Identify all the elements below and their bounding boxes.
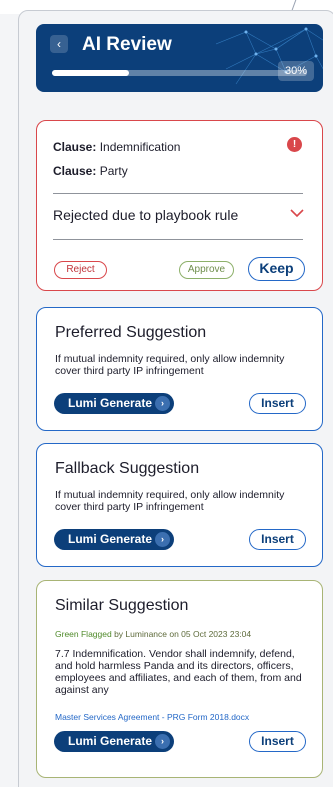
similar-clause-text: 7.7 Indemnification. Vendor shall indemn… [55,648,302,696]
button-label: Lumi Generate [68,734,153,748]
preferred-suggestion-card: Preferred Suggestion If mutual indemnity… [36,307,323,431]
reject-button[interactable]: Reject [54,261,107,279]
card-title: Fallback Suggestion [55,460,200,477]
progress-fill [52,70,129,76]
suggestion-text: If mutual indemnity required, only allow… [55,489,285,513]
clause-key: Clause: [53,140,97,154]
clause-indemnification: Clause: Indemnification [53,140,180,154]
chevron-right-icon: › [155,532,170,547]
info-icon[interactable]: ! [287,137,302,152]
suggestion-text: If mutual indemnity required, only allow… [55,353,285,377]
similar-suggestion-card: Similar Suggestion Green Flagged by Lumi… [36,580,323,778]
back-button[interactable]: ‹ [50,35,68,53]
insert-button[interactable]: Insert [249,393,306,414]
progress-percent: 30% [278,61,314,81]
progress-bar [52,70,307,76]
flag-label: Green Flagged [55,629,112,639]
clause-review-card: Clause: Indemnification ! Clause: Party … [36,120,323,291]
lumi-generate-button[interactable]: Lumi Generate › [54,393,174,414]
button-label: Lumi Generate [68,532,153,546]
clause-value: Party [99,164,128,178]
network-pattern-icon [216,27,323,85]
clause-key: Clause: [53,164,97,178]
lumi-generate-button[interactable]: Lumi Generate › [54,529,174,550]
lumi-generate-button[interactable]: Lumi Generate › [54,731,174,752]
card-title: Preferred Suggestion [55,324,207,341]
chevron-right-icon: › [155,734,170,749]
review-header: ‹ AI Review [36,24,323,92]
chevron-left-icon: ‹ [57,37,61,51]
button-label: Lumi Generate [68,396,153,410]
chevron-right-icon: › [155,396,170,411]
divider [53,193,303,194]
approve-button[interactable]: Approve [179,261,234,279]
fallback-suggestion-card: Fallback Suggestion If mutual indemnity … [36,443,323,567]
source-document-link[interactable]: Master Services Agreement - PRG Form 201… [55,712,249,722]
rejection-status: Rejected due to playbook rule [53,207,239,223]
clause-value: Indemnification [99,140,181,154]
flag-meta: by Luminance on 05 Oct 2023 23:04 [114,629,252,639]
flag-status: Green Flagged by Luminance on 05 Oct 202… [55,629,251,639]
chevron-down-icon[interactable] [290,207,304,219]
keep-button[interactable]: Keep [248,257,305,281]
divider [53,239,303,240]
clause-party: Clause: Party [53,164,128,178]
page-title: AI Review [82,34,172,55]
insert-button[interactable]: Insert [249,731,306,752]
card-title: Similar Suggestion [55,597,189,614]
insert-button[interactable]: Insert [249,529,306,550]
